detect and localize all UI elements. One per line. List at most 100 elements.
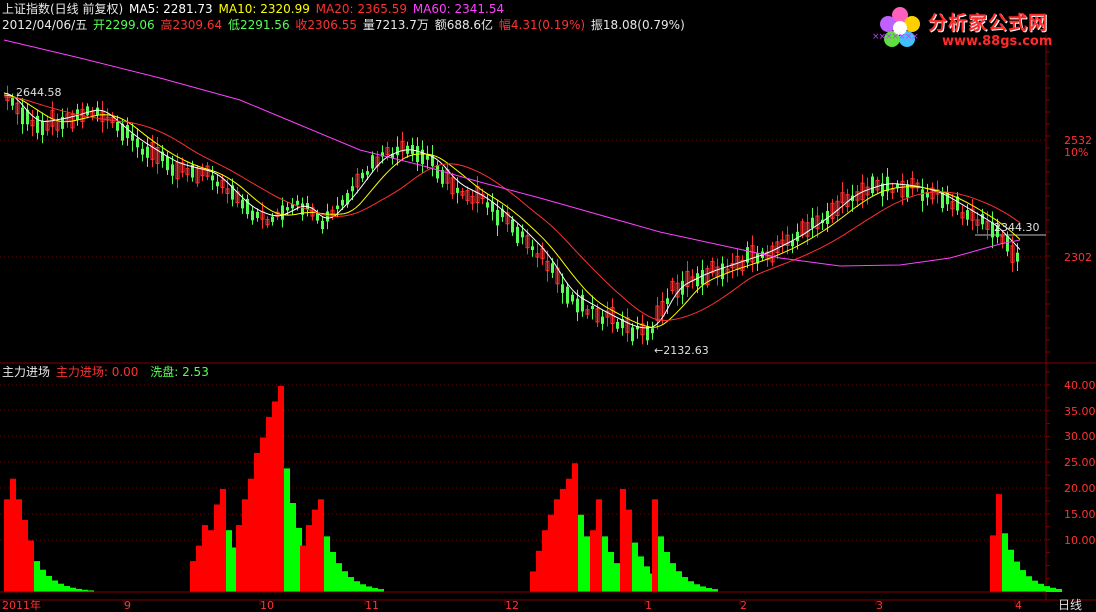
candle-down bbox=[486, 202, 489, 208]
candle-down bbox=[496, 209, 499, 226]
indicator-bar-main bbox=[548, 514, 554, 592]
candle-down bbox=[216, 181, 219, 187]
indicator-bar-wash bbox=[694, 584, 700, 592]
indicator-bar-wash bbox=[578, 514, 584, 592]
candle-down bbox=[371, 155, 374, 169]
candle-down bbox=[341, 199, 344, 206]
indicator-bar-main bbox=[236, 525, 242, 592]
indicator-bar-main bbox=[278, 386, 284, 592]
candle-down bbox=[146, 146, 149, 158]
indicator-bar-main bbox=[272, 401, 278, 592]
indicator-bar-main bbox=[16, 499, 22, 592]
chart-stage[interactable]: 2532 10% 2302 2344.30 2644.58 ←2132.63 4… bbox=[0, 0, 1096, 612]
candle-down bbox=[321, 220, 324, 230]
candle-down bbox=[511, 219, 514, 233]
indicator-bar-main bbox=[554, 499, 560, 592]
date-label: 10 bbox=[260, 599, 274, 612]
period-label[interactable]: 日线 bbox=[1058, 598, 1082, 612]
indicator-bar-wash bbox=[64, 586, 70, 592]
candle-down bbox=[251, 210, 254, 221]
candle-down bbox=[571, 294, 574, 302]
candle-down bbox=[171, 164, 174, 176]
candle-down bbox=[516, 226, 519, 244]
date-label: 3 bbox=[876, 599, 883, 612]
candle-down bbox=[296, 200, 299, 205]
candle-down bbox=[351, 186, 354, 192]
indicator-bar-wash bbox=[676, 571, 682, 592]
ind-axis-40: 40.00 bbox=[1064, 379, 1096, 392]
indicator-panel[interactable] bbox=[0, 386, 1062, 593]
candle-down bbox=[11, 98, 14, 106]
quote-high: 高2309.64 bbox=[160, 18, 223, 32]
indicator-bar-wash bbox=[1044, 586, 1050, 592]
indicator-bar-main bbox=[318, 499, 324, 592]
indicator-bar-wash bbox=[638, 556, 644, 592]
quote-open: 开2299.06 bbox=[93, 18, 155, 32]
indicator-bar-main bbox=[572, 463, 578, 592]
ma20-line bbox=[3, 96, 1021, 322]
flower-logo-icon bbox=[880, 7, 920, 47]
quote-amount: 额688.6亿 bbox=[434, 18, 494, 32]
indicator-bar-wash bbox=[1026, 576, 1032, 592]
candle-down bbox=[426, 154, 429, 160]
indicator-bar-wash bbox=[700, 586, 706, 592]
ind-axis-15: 15.00 bbox=[1064, 508, 1096, 521]
last-price-label: 2344.30 bbox=[994, 221, 1040, 234]
indicator-bar-main bbox=[254, 452, 260, 592]
candle-down bbox=[1006, 236, 1009, 252]
indicator-bar-main bbox=[22, 519, 28, 592]
candle-down bbox=[396, 146, 399, 156]
indicator-bar-wash bbox=[330, 551, 336, 592]
indicator-bar-wash bbox=[342, 571, 348, 592]
indicator-bar-wash bbox=[34, 561, 40, 592]
candle-down bbox=[616, 321, 619, 329]
indicator-bar-main bbox=[620, 489, 626, 592]
instrument-title[interactable]: 上证指数(日线 前复权) bbox=[2, 2, 123, 16]
candle-down bbox=[271, 216, 274, 222]
site-logo[interactable]: ××××××× 分析家公式网 www.88gs.com bbox=[872, 4, 1086, 56]
indicator-bar-wash bbox=[584, 536, 590, 592]
indicator-bar-main bbox=[996, 494, 1002, 592]
indicator-bar-wash bbox=[644, 566, 650, 592]
candle-down bbox=[41, 120, 44, 136]
indicator-bar-wash bbox=[1002, 533, 1008, 592]
indicator-bar-main bbox=[266, 416, 272, 592]
indicator-bar-wash bbox=[1032, 580, 1038, 592]
indicator-bar-wash bbox=[46, 575, 52, 592]
quote-date: 2012/04/06/五 bbox=[2, 18, 88, 32]
indicator-name[interactable]: 主力进场 bbox=[2, 365, 50, 379]
indicator-bar-main bbox=[652, 499, 658, 592]
price-label-2302: 2302 bbox=[1064, 251, 1092, 264]
indicator-bar-wash bbox=[324, 536, 330, 592]
quote-change: 幅4.31(0.19%) bbox=[498, 18, 586, 32]
candle-down bbox=[631, 327, 634, 342]
indicator-bar-main bbox=[566, 478, 572, 592]
ind-axis-30: 30.00 bbox=[1064, 430, 1096, 443]
high-marker-label: 2644.58 bbox=[16, 86, 62, 99]
indicator-bar-main bbox=[196, 545, 202, 592]
candle-down bbox=[551, 263, 554, 273]
indicator-bar-wash bbox=[226, 530, 232, 592]
indicator-bar-wash bbox=[58, 583, 64, 592]
indicator-bar-main bbox=[242, 499, 248, 592]
indicator-bar-wash bbox=[290, 503, 296, 592]
indicator-bar-main bbox=[190, 561, 196, 592]
candle-down bbox=[1016, 252, 1019, 262]
quote-info-row: 2012/04/06/五 开2299.06 高2309.64 低2291.56 … bbox=[2, 18, 687, 32]
candle-down bbox=[126, 125, 129, 139]
price-panel[interactable] bbox=[3, 39, 1021, 346]
candle-down bbox=[966, 210, 969, 220]
indicator-bar-main bbox=[10, 478, 16, 592]
ind-axis-25: 25.00 bbox=[1064, 456, 1096, 469]
candle-down bbox=[701, 270, 704, 285]
indicator-bar-wash bbox=[354, 581, 360, 592]
indicator-bar-wash bbox=[1050, 587, 1056, 592]
ma10-value: MA10: 2320.99 bbox=[218, 2, 310, 16]
indicator-bar-main bbox=[990, 535, 996, 592]
price-label-pct: 10% bbox=[1064, 146, 1088, 159]
candle-down bbox=[421, 149, 424, 165]
ma60-value: MA60: 2341.54 bbox=[412, 2, 505, 16]
indicator-bar-wash bbox=[372, 587, 378, 592]
indicator-bar-main bbox=[300, 545, 306, 592]
candle-down bbox=[666, 298, 669, 305]
